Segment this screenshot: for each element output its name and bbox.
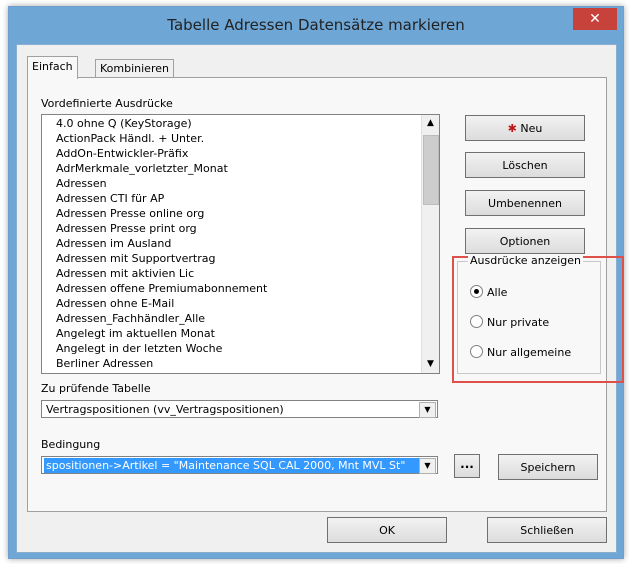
- chevron-down-icon[interactable]: ▼: [419, 402, 436, 418]
- condition-label: Bedingung: [41, 438, 101, 451]
- close-window-button[interactable]: ✕: [573, 8, 617, 30]
- tab-kombinieren[interactable]: Kombinieren: [95, 59, 174, 78]
- window-title: Tabelle Adressen Datensätze markieren: [167, 16, 465, 34]
- radio-alle[interactable]: Alle: [470, 285, 507, 299]
- list-scrollbar[interactable]: ▲ ▼: [421, 115, 439, 373]
- list-item[interactable]: Angelegt im aktuellen Monat: [56, 326, 426, 341]
- delete-button[interactable]: Löschen: [465, 152, 585, 178]
- group-title: Ausdrücke anzeigen: [468, 254, 584, 267]
- options-button[interactable]: Optionen: [465, 228, 585, 254]
- radio-empty-icon: [470, 315, 483, 328]
- predefined-label: Vordefinierte Ausdrücke: [41, 97, 173, 110]
- ok-button[interactable]: OK: [327, 517, 447, 543]
- list-item[interactable]: Berliner Adressen: [56, 356, 426, 371]
- tab-einfach[interactable]: Einfach: [27, 56, 78, 79]
- list-item[interactable]: Adressen Presse print org: [56, 221, 426, 236]
- dialog-client-area: Einfach Kombinieren Vordefinierte Ausdrü…: [16, 44, 624, 553]
- list-item[interactable]: Adressen Presse online org: [56, 206, 426, 221]
- list-item[interactable]: Adressen CTI für AP: [56, 191, 426, 206]
- radio-nur-private[interactable]: Nur private: [470, 315, 549, 329]
- scroll-down-icon[interactable]: ▼: [423, 356, 438, 373]
- list-item[interactable]: AddOn-Entwickler-Präfix: [56, 146, 426, 161]
- condition-value: spositionen->Artikel = "Maintenance SQL …: [44, 458, 421, 473]
- radio-nur-allgemeine-label: Nur allgemeine: [487, 346, 572, 359]
- scroll-thumb[interactable]: [423, 135, 439, 205]
- chevron-down-icon[interactable]: ▼: [419, 458, 436, 474]
- radio-alle-label: Alle: [487, 286, 508, 299]
- show-expressions-group: Ausdrücke anzeigen Alle Nur private Nur …: [457, 254, 601, 374]
- table-label: Zu prüfende Tabelle: [41, 382, 151, 395]
- list-item[interactable]: Angelegt in der letzten Woche: [56, 341, 426, 356]
- list-item[interactable]: Adressen mit aktivien Lic: [56, 266, 426, 281]
- radio-nur-private-label: Nur private: [487, 316, 550, 329]
- title-bar[interactable]: Tabelle Adressen Datensätze markieren ✕: [9, 7, 623, 44]
- list-item[interactable]: 4.0 ohne Q (KeyStorage): [56, 116, 426, 131]
- list-item[interactable]: Adressen im Ausland: [56, 236, 426, 251]
- list-item[interactable]: Adressen: [56, 176, 426, 191]
- predefined-list-items: 4.0 ohne Q (KeyStorage) ActionPack Händl.…: [56, 116, 426, 371]
- predefined-list[interactable]: 4.0 ohne Q (KeyStorage) ActionPack Händl.…: [41, 114, 440, 374]
- new-star-icon: ✱: [507, 122, 517, 135]
- list-item[interactable]: Adressen_Fachhändler_Alle: [56, 311, 426, 326]
- new-button-label: Neu: [520, 122, 543, 135]
- radio-selected-icon: [470, 285, 483, 298]
- radio-empty-icon: [470, 345, 483, 358]
- list-item[interactable]: AdrMerkmale_vorletzter_Monat: [56, 161, 426, 176]
- list-item[interactable]: Adressen offene Premiumabonnement: [56, 281, 426, 296]
- new-button[interactable]: ✱ Neu: [465, 115, 585, 141]
- condition-builder-button[interactable]: ...: [454, 454, 480, 478]
- table-select-value: Vertragspositionen (vv_Vertragspositione…: [46, 403, 284, 416]
- table-select[interactable]: Vertragspositionen (vv_Vertragspositione…: [41, 400, 438, 418]
- list-item[interactable]: Adressen mit Supportvertrag: [56, 251, 426, 266]
- scroll-up-icon[interactable]: ▲: [423, 115, 438, 132]
- rename-button[interactable]: Umbenennen: [465, 190, 585, 216]
- close-button[interactable]: Schließen: [487, 517, 607, 543]
- list-item[interactable]: ActionPack Händl. + Unter.: [56, 131, 426, 146]
- dialog-window: Tabelle Adressen Datensätze markieren ✕ …: [8, 6, 624, 559]
- condition-input[interactable]: spositionen->Artikel = "Maintenance SQL …: [41, 456, 438, 474]
- save-button[interactable]: Speichern: [498, 454, 598, 480]
- list-item[interactable]: Adressen ohne E-Mail: [56, 296, 426, 311]
- radio-nur-allgemeine[interactable]: Nur allgemeine: [470, 345, 571, 359]
